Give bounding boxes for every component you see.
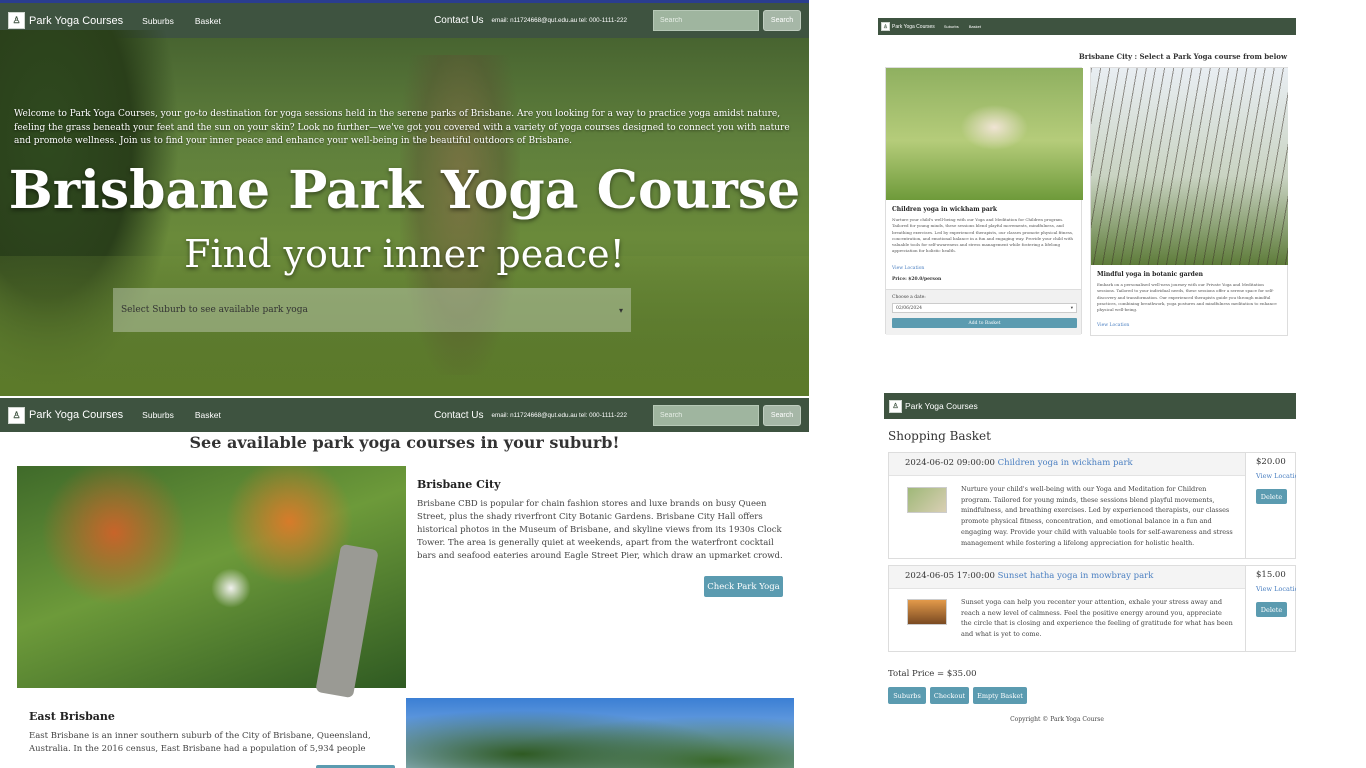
suburbs-heading: See available park yoga courses in your … <box>189 433 620 452</box>
add-to-basket-button[interactable]: Add to Basket <box>892 318 1077 328</box>
brand-name: Park Yoga Courses <box>905 401 978 411</box>
yoga-logo-icon: ♙ <box>8 406 25 424</box>
basket-item-description: Sunset yoga can help you recenter your a… <box>961 598 1233 639</box>
home-panel: ♙ Park Yoga Courses Suburbs Basket Conta… <box>0 0 809 396</box>
course-image <box>886 68 1083 200</box>
contact-details: email: n11724668@qut.edu.au tel: 000-111… <box>491 17 627 24</box>
nav-suburbs[interactable]: Suburbs <box>142 16 174 26</box>
view-location-link[interactable]: View Location <box>892 266 924 271</box>
basket-item-datetime: 2024-06-05 17:00:00 Sunset hatha yoga in… <box>905 571 1153 581</box>
nav-contact[interactable]: Contact Us <box>434 15 483 26</box>
basket-item-header: 2024-06-02 09:00:00 Children yoga in wic… <box>889 453 1245 476</box>
suburb-name: Brisbane City <box>417 478 501 491</box>
check-park-yoga-button[interactable]: Check Park Yoga <box>704 576 783 597</box>
course-title: Children yoga in wickham park <box>892 206 998 213</box>
datetime-text: 2024-06-05 17:00:00 <box>905 571 995 581</box>
basket-item-side: $20.00 View Location Delete <box>1245 453 1296 558</box>
course-thumbnail <box>907 599 947 625</box>
chevron-down-icon: ▾ <box>1070 305 1073 311</box>
course-card: Children yoga in wickham park Nurture yo… <box>885 67 1083 335</box>
basket-item: 2024-06-05 17:00:00 Sunset hatha yoga in… <box>888 565 1296 652</box>
view-location-link[interactable]: View Location <box>1256 472 1296 480</box>
date-input[interactable]: 02/06/2024 ▾ <box>892 303 1077 313</box>
nav-basket[interactable]: Basket <box>195 410 221 420</box>
contact-area: Contact Us email: n11724668@qut.edu.au t… <box>434 404 801 426</box>
course-description: Nurture your child's well-being with our… <box>892 217 1074 254</box>
suburb-description: East Brisbane is an inner southern subur… <box>29 731 371 754</box>
datetime-text: 2024-06-02 09:00:00 <box>905 458 995 468</box>
contact-details: email: n11724668@qut.edu.au tel: 000-111… <box>491 411 627 419</box>
course-link[interactable]: Children yoga in wickham park <box>998 458 1133 468</box>
suburb-description: Brisbane CBD is popular for chain fashio… <box>417 499 783 561</box>
view-location-link[interactable]: View Location <box>1097 323 1129 328</box>
course-description: Embark on a personalised well-ness journ… <box>1097 282 1277 313</box>
search-input[interactable] <box>653 10 759 31</box>
basket-item: 2024-06-02 09:00:00 Children yoga in wic… <box>888 452 1296 559</box>
view-location-link[interactable]: View Location <box>1256 585 1296 593</box>
courses-heading: Brisbane City : Select a Park Yoga cours… <box>1078 52 1287 61</box>
brand-name: Park Yoga Courses <box>29 14 124 27</box>
suburbs-panel: ♙ Park Yoga Courses Suburbs Basket Conta… <box>0 398 809 768</box>
course-card: Mindful yoga in botanic garden Embark on… <box>1090 67 1288 336</box>
suburb-select-placeholder: Select Suburb to see available park yoga <box>121 305 308 315</box>
basket-item-side: $15.00 View Location Delete <box>1245 566 1296 651</box>
course-footer: Choose a date: 02/06/2024 ▾ Add to Baske… <box>886 289 1081 335</box>
nav-contact[interactable]: Contact Us <box>434 410 483 421</box>
brisbane-city-image <box>17 466 406 699</box>
nav-basket[interactable]: Basket <box>969 24 981 29</box>
brand[interactable]: ♙ Park Yoga Courses <box>889 399 978 413</box>
hero-intro: Welcome to Park Yoga Courses, your go-to… <box>14 109 790 146</box>
suburb-select[interactable]: Select Suburb to see available park yoga… <box>113 288 631 332</box>
brand[interactable]: ♙ Park Yoga Courses <box>8 406 124 424</box>
brand-name: Park Yoga Courses <box>892 23 935 30</box>
date-value: 02/06/2024 <box>896 305 922 311</box>
nav-basket[interactable]: Basket <box>195 16 221 26</box>
yoga-logo-icon: ♙ <box>889 399 902 413</box>
east-brisbane-image <box>406 698 794 768</box>
copyright: Copyright © Park Yoga Course <box>1010 716 1104 723</box>
basket-heading: Shopping Basket <box>888 429 991 443</box>
course-image <box>1091 68 1288 265</box>
checkout-button[interactable]: Checkout <box>930 687 969 704</box>
basket-item-price: $20.00 <box>1256 457 1286 467</box>
basket-item-price: $15.00 <box>1256 570 1286 580</box>
road-shape <box>315 543 379 699</box>
yoga-logo-icon: ♙ <box>881 22 890 31</box>
course-link[interactable]: Sunset hatha yoga in mowbray park <box>998 571 1154 581</box>
course-price: Price: $20.0/person <box>892 277 942 282</box>
navbar: ♙ Park Yoga Courses Suburbs Basket Conta… <box>0 398 809 432</box>
search-button[interactable]: Search <box>763 10 801 31</box>
suburbs-button[interactable]: Suburbs <box>888 687 926 704</box>
hero-subtitle: Find your inner peace! <box>184 232 625 276</box>
basket-item-description: Nurture your child's well-being with our… <box>961 485 1233 547</box>
chevron-down-icon: ▾ <box>618 305 623 315</box>
yoga-logo-icon: ♙ <box>8 12 25 29</box>
basket-item-header: 2024-06-05 17:00:00 Sunset hatha yoga in… <box>889 566 1245 589</box>
course-thumbnail <box>907 487 947 513</box>
brand-name: Park Yoga Courses <box>29 409 124 421</box>
brand[interactable]: ♙ Park Yoga Courses <box>8 12 123 29</box>
basket-panel: ♙ Park Yoga Courses Shopping Basket 2024… <box>884 393 1296 733</box>
basket-item-datetime: 2024-06-02 09:00:00 Children yoga in wic… <box>905 458 1133 468</box>
navbar: ♙ Park Yoga Courses Suburbs Basket <box>878 18 1296 35</box>
search-input[interactable] <box>653 404 759 426</box>
course-title: Mindful yoga in botanic garden <box>1097 271 1204 278</box>
suburb-name: East Brisbane <box>29 710 115 723</box>
total-price: Total Price = $35.00 <box>888 669 977 679</box>
brand[interactable]: ♙ Park Yoga Courses <box>881 22 935 31</box>
delete-button[interactable]: Delete <box>1256 602 1287 617</box>
contact-area: Contact Us email: n11724668@qut.edu.au t… <box>434 10 801 31</box>
empty-basket-button[interactable]: Empty Basket <box>973 687 1027 704</box>
navbar: ♙ Park Yoga Courses <box>884 393 1296 419</box>
nav-suburbs[interactable]: Suburbs <box>142 410 174 420</box>
courses-panel: ♙ Park Yoga Courses Suburbs Basket Brisb… <box>878 18 1296 336</box>
delete-button[interactable]: Delete <box>1256 489 1287 504</box>
search-button[interactable]: Search <box>763 404 801 426</box>
hero-title: Brisbane Park Yoga Course <box>8 160 801 221</box>
date-label: Choose a date: <box>892 295 926 300</box>
nav-suburbs[interactable]: Suburbs <box>944 24 959 29</box>
